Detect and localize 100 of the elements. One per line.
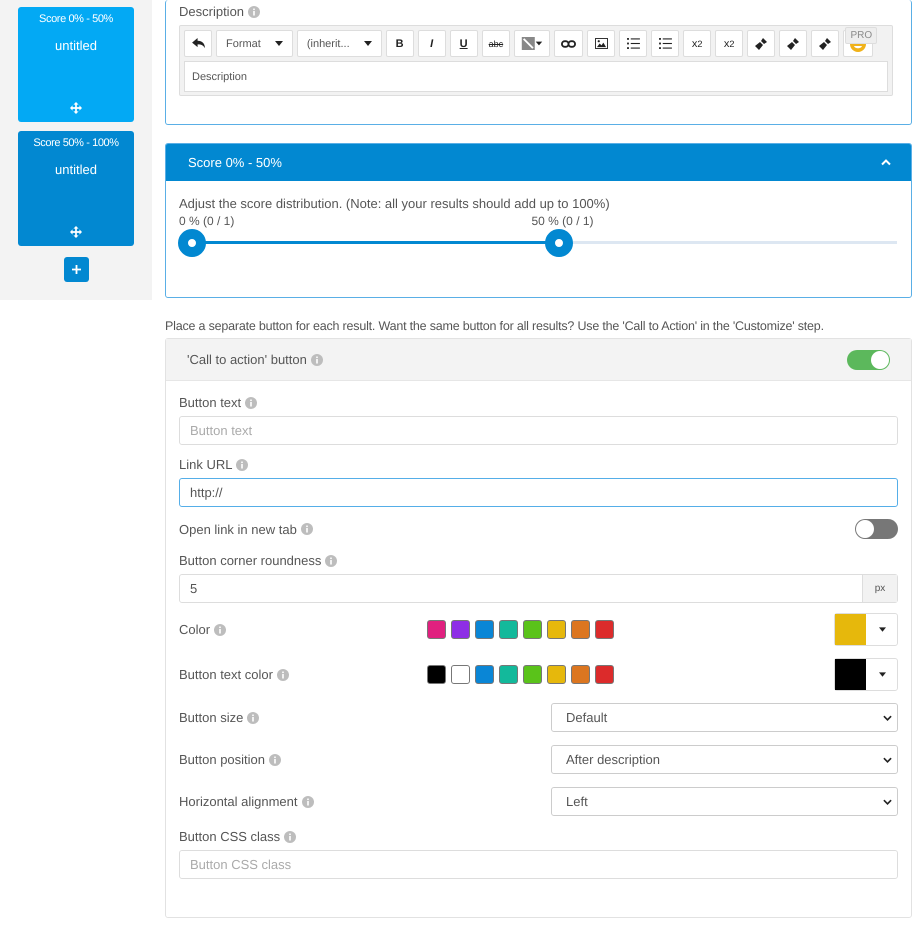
input-field[interactable]: 5 px — [179, 574, 898, 603]
format-dropdown[interactable]: Format — [216, 30, 293, 57]
format-button[interactable]: I — [418, 30, 446, 57]
color-swatch[interactable] — [475, 620, 494, 639]
caret-icon — [879, 627, 886, 632]
color-swatch[interactable] — [571, 620, 590, 639]
numbered-list-button[interactable] — [651, 30, 680, 57]
cta-intro: Place a separate button for each result. Want the same button for all results? Use the 'Call to Action' in the 'Customize' step. — [165, 319, 825, 333]
result-range: Score 0% - 50% — [39, 13, 113, 25]
brush-icon — [786, 36, 800, 50]
format-button[interactable]: B — [386, 30, 414, 57]
result-title: untitled — [55, 38, 97, 53]
format-dropdown[interactable]: (inherit... — [296, 30, 382, 57]
plus-icon — [72, 265, 80, 274]
handle-label: 50 % (0 / 1) — [532, 214, 594, 228]
info-icon — [302, 796, 314, 808]
field-label: Horizontal alignment — [179, 794, 298, 809]
field-label: Link URL — [179, 457, 232, 472]
score-note: Adjust the score distribution. (Note: all your results should add up to 100%) — [179, 196, 611, 211]
result-card[interactable]: Score 50% - 100% untitled — [18, 131, 134, 246]
color-swatch[interactable] — [427, 620, 446, 639]
list-icon — [626, 38, 640, 49]
toggle-switch[interactable] — [847, 350, 890, 370]
color-swatch[interactable] — [523, 620, 542, 639]
caret-icon — [879, 672, 886, 677]
brush-button[interactable] — [811, 30, 840, 57]
field-label: Button corner roundness — [179, 553, 322, 568]
move-icon[interactable] — [70, 226, 82, 238]
input-field[interactable]: http:// — [179, 478, 898, 507]
color-fill-icon — [521, 37, 544, 50]
cta-title: 'Call to action' button — [187, 352, 307, 367]
field-label: Button size — [179, 710, 244, 725]
select-field[interactable]: Default — [551, 703, 898, 732]
image-button[interactable] — [587, 30, 616, 57]
info-icon — [284, 830, 296, 842]
info-icon — [310, 354, 323, 366]
format-button[interactable]: U — [450, 30, 478, 57]
color-swatch[interactable] — [499, 620, 518, 639]
link-icon — [561, 40, 576, 48]
field-label: Open link in new tab — [179, 522, 297, 536]
result-range: Score 50% - 100% — [33, 137, 119, 149]
info-icon — [247, 712, 260, 724]
field-label: Color — [179, 622, 210, 637]
brush-button[interactable] — [779, 30, 808, 57]
info-icon — [214, 624, 226, 636]
select-field[interactable]: After description — [551, 745, 898, 774]
color-swatch[interactable] — [595, 665, 614, 684]
undo-button[interactable] — [184, 30, 212, 57]
undo-icon — [192, 38, 204, 49]
info-icon — [300, 523, 313, 535]
info-icon — [276, 668, 289, 680]
format-button[interactable]: abc — [482, 30, 510, 57]
image-icon — [594, 38, 608, 49]
info-icon — [325, 554, 338, 566]
chevron-icon[interactable] — [881, 159, 891, 166]
handle-label: 0 % (0 / 1) — [179, 214, 234, 228]
input-field[interactable]: Button CSS class — [179, 850, 898, 879]
brush-icon — [754, 36, 768, 50]
chevron-icon — [883, 756, 892, 762]
color-swatch[interactable] — [547, 665, 566, 684]
color-swatch[interactable] — [427, 665, 446, 684]
caret-icon — [274, 41, 283, 46]
caret-icon — [364, 41, 372, 46]
color-swatch[interactable] — [595, 620, 614, 639]
brush-icon — [818, 36, 832, 50]
toggle-switch[interactable] — [855, 519, 898, 539]
pro-badge: PRO — [845, 27, 878, 44]
color-swatch[interactable] — [499, 665, 518, 684]
move-icon[interactable] — [70, 102, 82, 114]
brush-button[interactable] — [747, 30, 776, 57]
bullet-list-button[interactable] — [619, 30, 648, 57]
info-icon — [236, 458, 248, 470]
link-button[interactable] — [554, 30, 584, 57]
chevron-icon — [883, 714, 892, 720]
select-field[interactable]: Left — [551, 787, 898, 816]
slider-handle[interactable] — [544, 229, 572, 257]
add-button[interactable] — [64, 257, 88, 282]
input-field[interactable]: Button text — [179, 416, 898, 445]
unit-label: px — [862, 575, 897, 602]
list-icon — [658, 38, 672, 49]
color-button[interactable] — [514, 30, 550, 57]
info-icon — [245, 396, 258, 408]
color-swatch[interactable] — [451, 665, 470, 684]
color-swatch[interactable] — [571, 665, 590, 684]
field-label: Button text color — [179, 667, 273, 682]
slider-handle[interactable] — [178, 229, 206, 257]
field-label: Button text — [179, 395, 242, 410]
color-swatch[interactable] — [451, 620, 470, 639]
result-title: untitled — [55, 162, 97, 177]
color-swatch[interactable] — [523, 665, 542, 684]
color-picker[interactable] — [834, 613, 898, 646]
color-swatch[interactable] — [547, 620, 566, 639]
field-label: Description — [179, 4, 244, 19]
color-picker[interactable] — [834, 658, 898, 691]
field-label: Button position — [179, 752, 266, 767]
info-icon — [248, 6, 260, 18]
description-input[interactable]: Description — [184, 61, 888, 92]
color-swatch[interactable] — [475, 665, 494, 684]
chevron-icon — [883, 798, 892, 804]
panel-header[interactable]: Score 0% - 50% — [166, 144, 911, 181]
